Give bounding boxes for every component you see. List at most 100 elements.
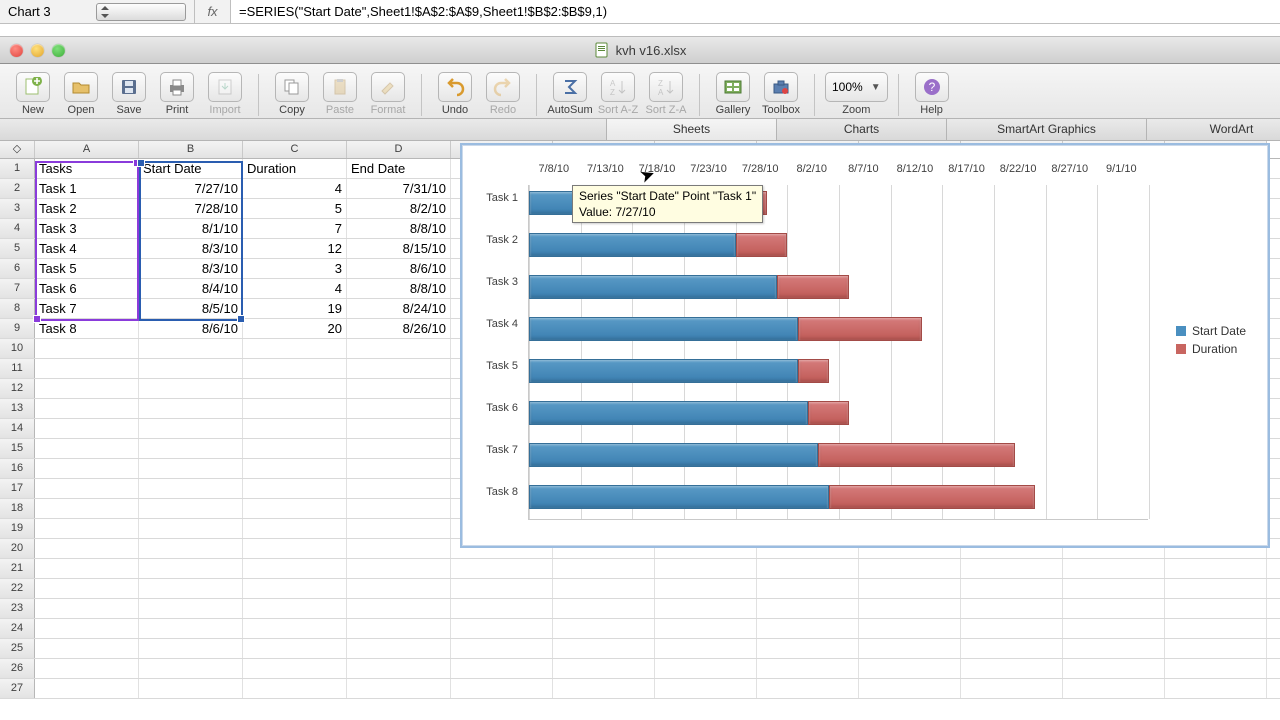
bar-duration[interactable] xyxy=(736,233,788,257)
row-header-19[interactable]: 19 xyxy=(0,519,35,538)
cell[interactable] xyxy=(859,639,961,658)
cell[interactable]: Task 1 xyxy=(35,179,139,198)
row-header-8[interactable]: 8 xyxy=(0,299,35,318)
bar-start-date[interactable] xyxy=(529,401,808,425)
cell[interactable]: Start Date xyxy=(139,159,243,178)
bar-duration[interactable] xyxy=(798,359,829,383)
bar-start-date[interactable] xyxy=(529,275,777,299)
cell[interactable] xyxy=(1063,659,1165,678)
row-header-9[interactable]: 9 xyxy=(0,319,35,338)
cell[interactable] xyxy=(243,659,347,678)
cell[interactable] xyxy=(961,679,1063,698)
cell[interactable] xyxy=(347,619,451,638)
cell[interactable] xyxy=(243,599,347,618)
cell[interactable] xyxy=(139,479,243,498)
cell[interactable] xyxy=(243,439,347,458)
cell[interactable]: Task 2 xyxy=(35,199,139,218)
bar-row[interactable] xyxy=(529,401,1148,425)
cell[interactable] xyxy=(139,599,243,618)
help-button[interactable]: ?Help xyxy=(909,72,955,116)
cell[interactable] xyxy=(35,519,139,538)
cell[interactable] xyxy=(859,579,961,598)
cell[interactable]: 8/3/10 xyxy=(139,259,243,278)
row-21[interactable]: 21 xyxy=(0,559,1280,579)
row-header-17[interactable]: 17 xyxy=(0,479,35,498)
select-all-cell[interactable]: ◇ xyxy=(0,141,35,158)
cell[interactable] xyxy=(451,659,553,678)
cell[interactable] xyxy=(347,479,451,498)
cell[interactable] xyxy=(35,459,139,478)
row-25[interactable]: 25 xyxy=(0,639,1280,659)
close-icon[interactable] xyxy=(10,44,23,57)
cell[interactable] xyxy=(139,439,243,458)
cell[interactable] xyxy=(553,639,655,658)
col-header-A[interactable]: A xyxy=(35,141,139,158)
bar-duration[interactable] xyxy=(829,485,1036,509)
bar-duration[interactable] xyxy=(808,401,849,425)
cell[interactable] xyxy=(655,659,757,678)
cell[interactable] xyxy=(757,659,859,678)
cell[interactable] xyxy=(655,579,757,598)
cell[interactable] xyxy=(35,379,139,398)
cell[interactable] xyxy=(961,599,1063,618)
cell[interactable] xyxy=(243,519,347,538)
row-22[interactable]: 22 xyxy=(0,579,1280,599)
cell[interactable] xyxy=(757,679,859,698)
cell[interactable] xyxy=(655,639,757,658)
cell[interactable] xyxy=(139,559,243,578)
cell[interactable] xyxy=(1165,579,1267,598)
fx-icon[interactable]: fx xyxy=(195,0,231,23)
cell[interactable] xyxy=(139,359,243,378)
cell[interactable]: 8/15/10 xyxy=(347,239,451,258)
undo-button[interactable]: Undo xyxy=(432,72,478,116)
cell[interactable]: 8/1/10 xyxy=(139,219,243,238)
cell[interactable] xyxy=(347,599,451,618)
cell[interactable] xyxy=(451,599,553,618)
bar-duration[interactable] xyxy=(798,317,922,341)
cell[interactable] xyxy=(757,619,859,638)
cell[interactable] xyxy=(35,579,139,598)
cell[interactable] xyxy=(451,579,553,598)
row-header-15[interactable]: 15 xyxy=(0,439,35,458)
col-header-C[interactable]: C xyxy=(243,141,347,158)
zoom-control[interactable]: 100%▼ Zoom xyxy=(825,72,888,116)
cell[interactable] xyxy=(757,639,859,658)
cell[interactable] xyxy=(451,559,553,578)
cell[interactable] xyxy=(243,459,347,478)
cell[interactable] xyxy=(757,559,859,578)
cell[interactable] xyxy=(1165,599,1267,618)
cell[interactable] xyxy=(451,619,553,638)
cell[interactable] xyxy=(347,499,451,518)
row-header-3[interactable]: 3 xyxy=(0,199,35,218)
embedded-chart[interactable]: 7/8/107/13/107/18/107/23/107/28/108/2/10… xyxy=(460,143,1270,548)
cell[interactable] xyxy=(35,499,139,518)
cell[interactable] xyxy=(1165,619,1267,638)
row-24[interactable]: 24 xyxy=(0,619,1280,639)
cell[interactable] xyxy=(243,419,347,438)
cell[interactable] xyxy=(243,579,347,598)
save-button[interactable]: Save xyxy=(106,72,152,116)
row-header-13[interactable]: 13 xyxy=(0,399,35,418)
cell[interactable] xyxy=(139,499,243,518)
cell[interactable] xyxy=(553,599,655,618)
cell[interactable] xyxy=(243,539,347,558)
cell[interactable]: Task 7 xyxy=(35,299,139,318)
chart-plot-area[interactable] xyxy=(528,185,1148,520)
row-header-22[interactable]: 22 xyxy=(0,579,35,598)
tab-sheets[interactable]: Sheets xyxy=(606,119,776,140)
cell[interactable] xyxy=(139,679,243,698)
bar-duration[interactable] xyxy=(818,443,1014,467)
cell[interactable]: 7/28/10 xyxy=(139,199,243,218)
cell[interactable]: Task 6 xyxy=(35,279,139,298)
cell[interactable] xyxy=(35,639,139,658)
bar-start-date[interactable] xyxy=(529,317,798,341)
chevron-down-icon[interactable]: ▼ xyxy=(871,82,881,93)
cell[interactable]: 8/5/10 xyxy=(139,299,243,318)
cell[interactable]: Task 4 xyxy=(35,239,139,258)
cell[interactable] xyxy=(139,339,243,358)
bar-row[interactable] xyxy=(529,485,1148,509)
row-header-25[interactable]: 25 xyxy=(0,639,35,658)
row-27[interactable]: 27 xyxy=(0,679,1280,699)
zoom-window-icon[interactable] xyxy=(52,44,65,57)
cell[interactable] xyxy=(243,379,347,398)
